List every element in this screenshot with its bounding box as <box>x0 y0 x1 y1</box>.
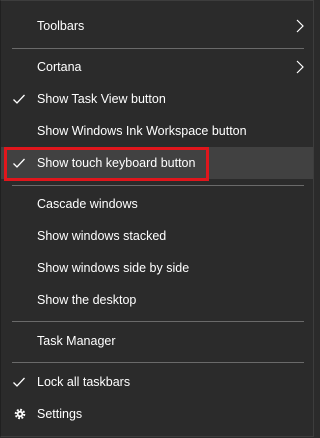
menu-item-task-manager[interactable]: Task Manager <box>1 325 313 357</box>
menu-item-label: Settings <box>37 407 83 421</box>
checkmark-icon <box>13 377 25 387</box>
menu-item-settings[interactable]: Settings <box>1 398 313 430</box>
menu-item-label: Show the desktop <box>37 293 137 307</box>
menu-item-label: Cortana <box>37 60 82 74</box>
menu-item-toolbars[interactable]: Toolbars <box>1 10 313 42</box>
menu-item-label: Show Task View button <box>37 92 166 106</box>
menu-item-cascade-windows[interactable]: Cascade windows <box>1 188 313 220</box>
menu-item-label: Task Manager <box>37 334 116 348</box>
menu-item-show-windows-ink-workspace-button[interactable]: Show Windows Ink Workspace button <box>1 115 313 147</box>
menu-item-lock-all-taskbars[interactable]: Lock all taskbars <box>1 366 313 398</box>
checkmark-icon <box>13 158 25 168</box>
menu-item-cortana[interactable]: Cortana <box>1 51 313 83</box>
menu-item-show-touch-keyboard-button[interactable]: Show touch keyboard button <box>1 147 313 179</box>
menu-item-show-the-desktop[interactable]: Show the desktop <box>1 284 313 316</box>
menu-item-label: Show windows side by side <box>37 261 190 275</box>
menu-item-show-task-view-button[interactable]: Show Task View button <box>1 83 313 115</box>
menu-item-label: Show touch keyboard button <box>37 156 196 170</box>
menu-separator <box>12 321 304 322</box>
menu-item-show-windows-stacked[interactable]: Show windows stacked <box>1 220 313 252</box>
chevron-right-icon <box>296 19 304 33</box>
menu-item-label: Show Windows Ink Workspace button <box>37 124 247 138</box>
menu-item-label: Toolbars <box>37 19 85 33</box>
menu-separator <box>12 48 304 49</box>
menu-item-label: Lock all taskbars <box>37 375 131 389</box>
chevron-right-icon <box>296 60 304 74</box>
menu-item-label: Cascade windows <box>37 197 138 211</box>
menu-separator <box>12 362 304 363</box>
taskbar-context-menu: Toolbars Cortana Show Task View button S… <box>0 0 314 437</box>
checkmark-icon <box>13 94 25 104</box>
gear-icon <box>14 408 26 420</box>
menu-item-show-windows-side-by-side[interactable]: Show windows side by side <box>1 252 313 284</box>
menu-item-label: Show windows stacked <box>37 229 167 243</box>
menu-separator <box>12 185 304 186</box>
